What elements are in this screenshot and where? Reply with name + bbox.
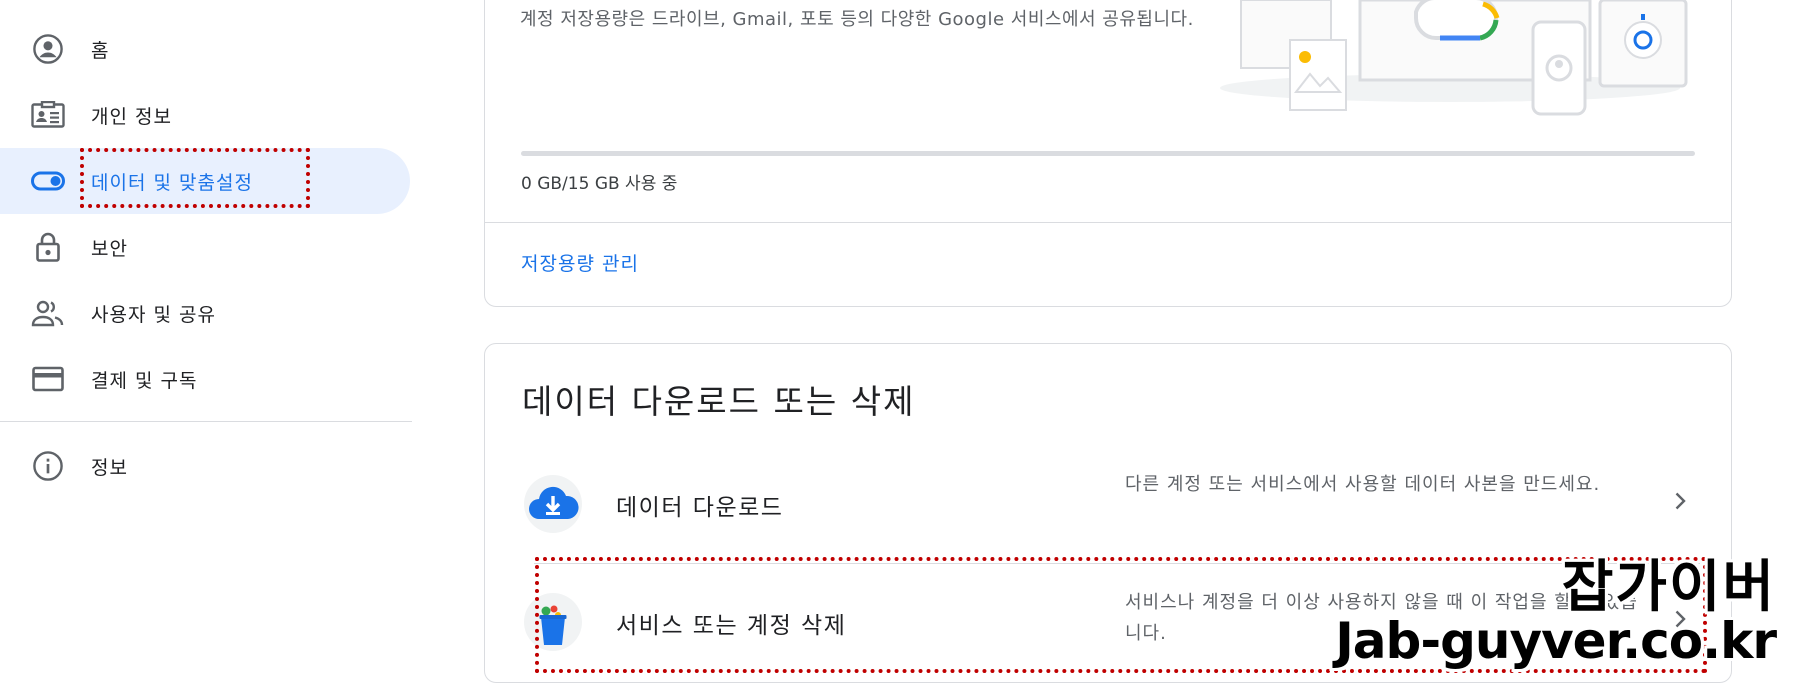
sidebar-item-label: 사용자 및 공유	[91, 303, 216, 326]
manage-storage-link[interactable]: 저장용량 관리	[521, 249, 639, 276]
toggle-icon	[30, 163, 66, 199]
sidebar-item-personal-info[interactable]: 개인 정보	[0, 82, 410, 148]
account-circle-icon	[30, 31, 66, 67]
credit-card-icon	[30, 361, 66, 397]
sidebar-item-home[interactable]: 홈	[0, 16, 410, 82]
row-title: 서비스 또는 계정 삭제	[616, 613, 847, 639]
id-card-icon	[30, 97, 66, 133]
sidebar-item-label: 데이터 및 맞춤설정	[91, 171, 253, 194]
info-icon	[30, 448, 66, 484]
storage-usage-text: 0 GB/15 GB 사용 중	[521, 174, 678, 194]
watermark-title: 잡가이버	[1561, 555, 1776, 620]
sidebar-item-label: 개인 정보	[91, 105, 172, 128]
sidebar-item-security[interactable]: 보안	[0, 214, 410, 280]
sidebar-item-people-sharing[interactable]: 사용자 및 공유	[0, 280, 410, 346]
sidebar-item-label: 결제 및 구독	[91, 369, 198, 392]
sidebar-item-data-personalization[interactable]: 데이터 및 맞춤설정	[0, 148, 410, 214]
sidebar-item-label: 정보	[91, 456, 128, 479]
chevron-right-icon	[1668, 489, 1692, 513]
sidebar-nav: 홈 개인 정보 데이터 및 맞춤설정 보안 사용자 및 공유 결제 및 구독 정…	[0, 0, 412, 700]
cloud-download-icon	[524, 475, 582, 533]
people-icon	[30, 295, 66, 331]
card-divider	[485, 222, 1731, 223]
storage-devices-illustration	[1220, 0, 1690, 120]
sidebar-item-about[interactable]: 정보	[0, 433, 410, 499]
sidebar-item-label: 홈	[91, 39, 110, 62]
storage-description: 계정 저장용량은 드라이브, Gmail, 포토 등의 다양한 Google 서…	[520, 9, 1194, 30]
row-description: 다른 계정 또는 서비스에서 사용할 데이터 사본을 만드세요.	[1125, 474, 1601, 495]
storage-progress-bar	[521, 151, 1695, 156]
sidebar-item-payments-subscriptions[interactable]: 결제 및 구독	[0, 346, 410, 412]
row-title: 데이터 다운로드	[616, 495, 784, 521]
row-divider	[534, 563, 1700, 564]
sidebar-divider	[0, 421, 412, 422]
trash-bin-icon	[524, 593, 582, 651]
download-data-row[interactable]: 데이터 다운로드 다른 계정 또는 서비스에서 사용할 데이터 사본을 만드세요…	[520, 453, 1700, 553]
sidebar-item-label: 보안	[91, 237, 128, 260]
lock-icon	[30, 229, 66, 265]
watermark-url: Jab-guyver.co.kr	[1335, 612, 1777, 670]
section-title: 데이터 다운로드 또는 삭제	[522, 382, 916, 421]
